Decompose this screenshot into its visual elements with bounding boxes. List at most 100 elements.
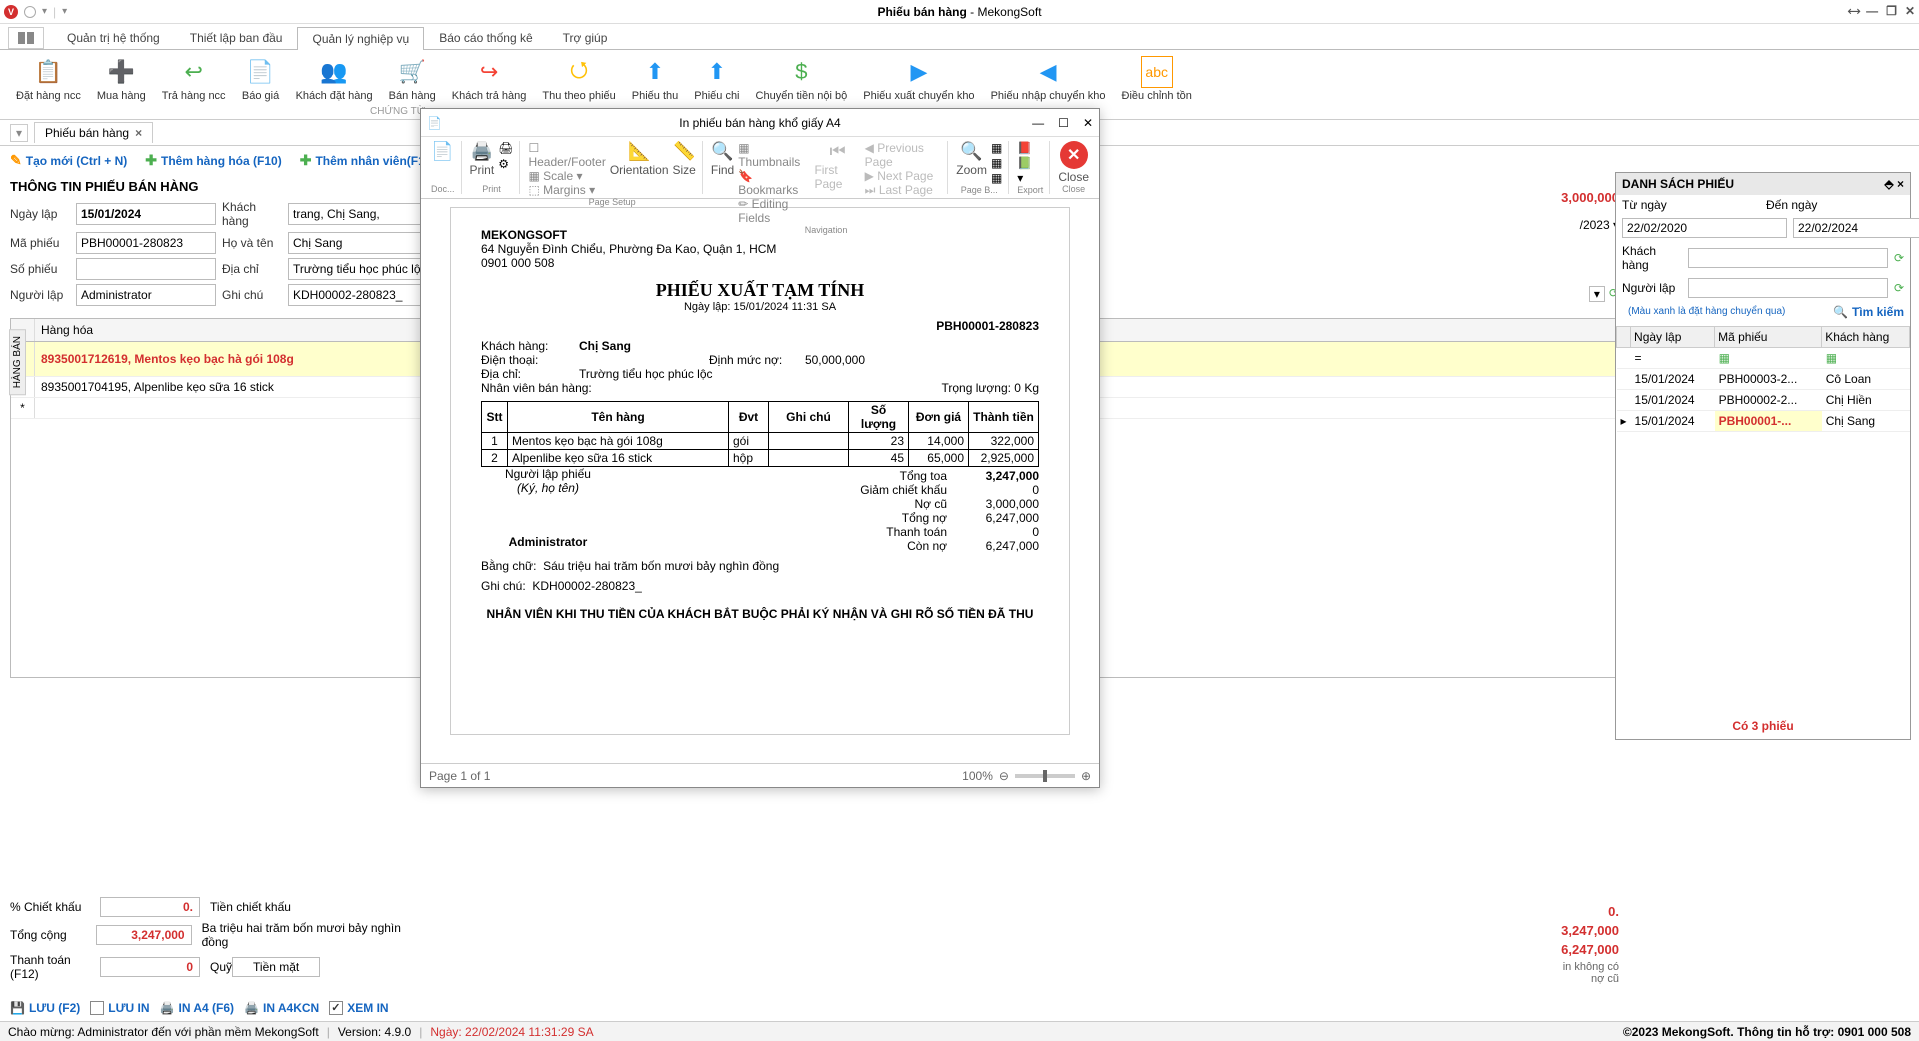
ribbon-receipt[interactable]: ⬆Phiếu thu <box>624 54 686 115</box>
pin-icon[interactable]: ⬘ <box>1884 177 1893 191</box>
add-staff-button[interactable]: ✚Thêm nhân viên(F11 <box>300 152 431 169</box>
prev-page-button[interactable]: ◀ Previous Page <box>865 141 942 169</box>
export-xls-icon[interactable]: 📗 <box>1017 156 1032 170</box>
minimize-icon[interactable]: — <box>1032 116 1044 130</box>
input-ngaylap[interactable] <box>76 203 216 225</box>
input-denngay[interactable] <box>1793 218 1919 238</box>
dropdown-icon[interactable]: ▾ <box>1589 286 1605 302</box>
zoom-slider[interactable] <box>1015 774 1075 778</box>
next-page-button[interactable]: ▶ Next Page <box>865 169 942 183</box>
margins-button[interactable]: ⬚ Margins ▾ <box>528 183 605 197</box>
label-nguoilap: Người lập <box>10 288 70 302</box>
close-tab-icon[interactable]: × <box>135 126 142 140</box>
col-maphieu[interactable]: Mã phiếu <box>1715 327 1822 348</box>
scale-button[interactable]: ▦ Scale ▾ <box>528 169 605 183</box>
quick-print-icon[interactable]: 🖨 <box>498 141 513 155</box>
refresh-icon[interactable]: ⟳ <box>1894 251 1904 265</box>
col-khachhang[interactable]: Khách hàng <box>1822 327 1910 348</box>
help-icon[interactable]: ⤢ <box>1845 3 1862 20</box>
checkbox-icon[interactable] <box>90 1001 104 1015</box>
close-preview-button[interactable]: ✕Close <box>1058 141 1089 184</box>
ribbon-payment[interactable]: ⬆Phiếu chi <box>686 54 747 115</box>
ribbon-customer-order[interactable]: 👥Khách đặt hàng <box>288 54 381 115</box>
size-button[interactable]: 📏Size <box>673 141 696 197</box>
refresh-icon[interactable]: ⟳ <box>1894 281 1904 295</box>
caret-icon[interactable]: ▾ <box>62 6 67 17</box>
document-tab[interactable]: Phiếu bán hàng × <box>34 122 153 143</box>
zoom-preset-icon[interactable]: ▦ <box>991 171 1002 185</box>
new-button[interactable]: ✎Tạo mới (Ctrl + N) <box>10 152 127 169</box>
export-more-icon[interactable]: ▾ <box>1017 171 1032 185</box>
words-tongcong: Ba triệu hai trăm bốn mươi bảy nghìn đồn… <box>202 921 420 949</box>
maximize-icon[interactable]: ❐ <box>1886 4 1897 19</box>
close-icon[interactable]: ✕ <box>1905 4 1915 19</box>
print-button[interactable]: 🖨️Print <box>470 141 495 177</box>
save-print-button[interactable]: LƯU IN <box>90 1001 149 1015</box>
find-button[interactable]: 🔍Find <box>711 141 734 225</box>
ribbon-order-supplier[interactable]: 📋Đặt hàng ncc <box>8 54 89 115</box>
zoom-preset-icon[interactable]: ▦ <box>991 156 1002 170</box>
minimize-icon[interactable]: — <box>1866 4 1878 19</box>
ribbon-adjust-stock[interactable]: abcĐiều chỉnh tồn <box>1114 54 1200 115</box>
menu-tab-help[interactable]: Trợ giúp <box>548 26 623 49</box>
value-quy[interactable]: Tiền mặt <box>232 957 320 977</box>
add-document-button[interactable]: ▾ <box>10 124 28 142</box>
add-item-button[interactable]: ✚Thêm hàng hóa (F10) <box>145 152 281 169</box>
table-row[interactable]: 15/01/2024PBH00002-2...Chị Hiền <box>1617 390 1910 411</box>
file-menu-button[interactable] <box>8 27 44 49</box>
filter-icon[interactable]: ▦ <box>1822 348 1910 369</box>
print-a4-button[interactable]: 🖨️IN A4 (F6) <box>160 1001 235 1015</box>
orientation-button[interactable]: 📐Orientation <box>610 141 669 197</box>
col-ngaylap[interactable]: Ngày lập <box>1631 327 1715 348</box>
ribbon-purchase[interactable]: ➕Mua hàng <box>89 54 154 115</box>
maximize-icon[interactable]: ☐ <box>1058 116 1069 130</box>
thumbnails-button[interactable]: ▦ Thumbnails <box>738 141 810 169</box>
value-chietkhau[interactable]: 0. <box>100 897 200 917</box>
options-icon[interactable]: ⚙ <box>498 157 513 171</box>
ribbon-internal-transfer[interactable]: $Chuyển tiền nội bộ <box>748 54 856 115</box>
table-row[interactable]: 15/01/2024PBH00003-2...Cô Loan <box>1617 369 1910 390</box>
bookmarks-button[interactable]: 🔖 Bookmarks <box>738 169 810 197</box>
close-icon[interactable]: ✕ <box>1083 116 1093 130</box>
zoom-preset-icon[interactable]: ▦ <box>991 141 1002 155</box>
table-row[interactable]: ▸15/01/2024PBH00001-...Chị Sang <box>1617 411 1910 432</box>
zoom-in-button[interactable]: ⊕ <box>1081 769 1091 783</box>
menu-tab-reports[interactable]: Báo cáo thống kê <box>424 26 547 49</box>
first-page-button[interactable]: ⏮First Page <box>814 141 860 225</box>
ribbon-warehouse-out[interactable]: ▶Phiếu xuất chuyển kho <box>855 54 982 115</box>
close-panel-icon[interactable]: × <box>1897 177 1904 191</box>
label-ngaylap: Ngày lập <box>10 207 70 221</box>
print-a4kcn-button[interactable]: 🖨️IN A4KCN <box>244 1001 319 1015</box>
export-pdf-icon[interactable]: 📕 <box>1017 141 1032 155</box>
input-nguoilap[interactable] <box>76 284 216 306</box>
ribbon-return-supplier[interactable]: ↩Trả hàng ncc <box>154 54 234 115</box>
input-tungay[interactable] <box>1622 218 1787 238</box>
ribbon-quote[interactable]: 📄Báo giá <box>234 54 288 115</box>
input-sp-khachhang[interactable] <box>1688 248 1888 268</box>
checkbox-checked-icon[interactable] <box>329 1001 343 1015</box>
last-page-button[interactable]: ⏭ Last Page <box>865 183 942 198</box>
editing-fields-button[interactable]: ✏ Editing Fields <box>738 197 810 225</box>
filter-eq[interactable]: = <box>1631 348 1715 369</box>
ribbon-customer-return[interactable]: ↪Khách trả hàng <box>444 54 535 115</box>
save-icon: 💾 <box>10 1001 25 1015</box>
zoom-out-button[interactable]: ⊖ <box>999 769 1009 783</box>
zoom-button[interactable]: 🔍Zoom <box>956 141 987 185</box>
filter-icon[interactable]: ▦ <box>1715 348 1822 369</box>
view-print-button[interactable]: XEM IN <box>329 1001 388 1015</box>
input-maphieu[interactable] <box>76 232 216 254</box>
menu-tab-setup[interactable]: Thiết lập ban đầu <box>175 26 298 49</box>
input-sophieu[interactable] <box>76 258 216 280</box>
save-button[interactable]: 💾LƯU (F2) <box>10 1001 80 1015</box>
input-sp-nguoilap[interactable] <box>1688 278 1888 298</box>
menu-tab-system[interactable]: Quản trị hệ thống <box>52 26 175 49</box>
chevron-down-icon[interactable]: ▾ <box>42 6 47 17</box>
header-footer-button[interactable]: ☐ Header/Footer <box>528 141 605 169</box>
year-dropdown[interactable]: /2023 ▾ <box>1580 218 1619 232</box>
ribbon-collect-by-receipt[interactable]: ⭯Thu theo phiếu <box>534 54 623 115</box>
doc-button[interactable]: 📄 <box>431 141 453 162</box>
ribbon-warehouse-in[interactable]: ◀Phiếu nhập chuyển kho <box>983 54 1114 115</box>
search-button[interactable]: 🔍Tìm kiếm <box>1833 305 1904 319</box>
value-thanhtoan[interactable]: 0 <box>100 957 200 977</box>
menu-tab-business[interactable]: Quản lý nghiệp vụ <box>297 27 424 50</box>
